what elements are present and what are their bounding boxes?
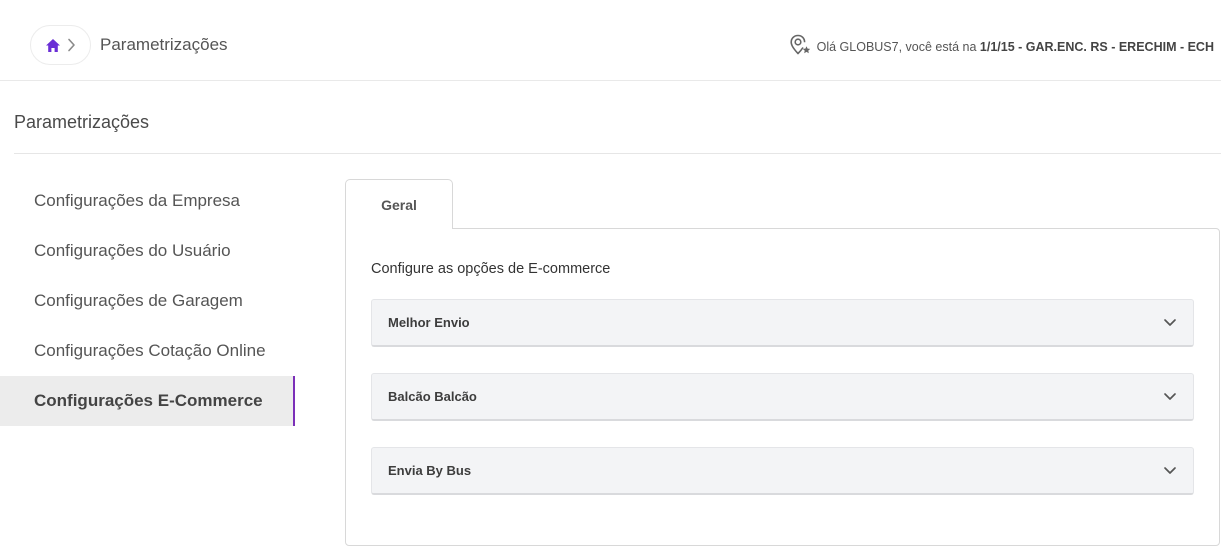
home-breadcrumb-pill[interactable] — [30, 25, 91, 65]
user-location: Olá GLOBUS7, você está na 1/1/15 - GAR.E… — [788, 33, 1214, 60]
breadcrumb: Parametrizações — [30, 25, 228, 65]
sidebar-item-ecommerce[interactable]: Configurações E-Commerce — [0, 376, 295, 426]
chevron-down-icon[interactable] — [1163, 392, 1177, 401]
location-pin-icon — [788, 33, 817, 60]
location-text: 1/1/15 - GAR.ENC. RS - ERECHIM - ECH — [979, 39, 1214, 54]
sidebar-item-cotacao-online[interactable]: Configurações Cotação Online — [0, 326, 295, 376]
tab-geral[interactable]: Geral — [345, 179, 453, 229]
settings-sidebar: Configurações da Empresa Configurações d… — [0, 176, 295, 426]
sidebar-item-garagem[interactable]: Configurações de Garagem — [0, 276, 295, 326]
page-title: Parametrizações — [14, 112, 150, 132]
top-bar: Parametrizações Olá GLOBUS7, você está n… — [0, 0, 1221, 81]
sidebar-item-usuario[interactable]: Configurações do Usuário — [0, 226, 295, 276]
accordion-label: Envia By Bus — [388, 463, 472, 478]
accordion-envia-by-bus[interactable]: Envia By Bus — [371, 447, 1194, 495]
sidebar-item-empresa[interactable]: Configurações da Empresa — [0, 176, 295, 226]
tab-panel: Configure as opções de E-commerce Melhor… — [345, 228, 1220, 546]
accordion-label: Balcão Balcão — [388, 389, 477, 404]
panel-description: Configure as opções de E-commerce — [371, 261, 611, 277]
breadcrumb-current: Parametrizações — [100, 35, 228, 54]
chevron-down-icon[interactable] — [1163, 318, 1177, 327]
chevron-down-icon[interactable] — [1163, 466, 1177, 475]
greeting-text: Olá GLOBUS7, você está na — [816, 39, 977, 54]
accordion-balcao[interactable]: Balcão Balcão — [371, 373, 1194, 421]
accordion-melhor-envio[interactable]: Melhor Envio — [371, 299, 1194, 347]
home-icon[interactable] — [45, 38, 61, 53]
chevron-right-icon — [67, 38, 76, 52]
accordion-label: Melhor Envio — [388, 315, 470, 330]
divider — [14, 153, 1221, 154]
